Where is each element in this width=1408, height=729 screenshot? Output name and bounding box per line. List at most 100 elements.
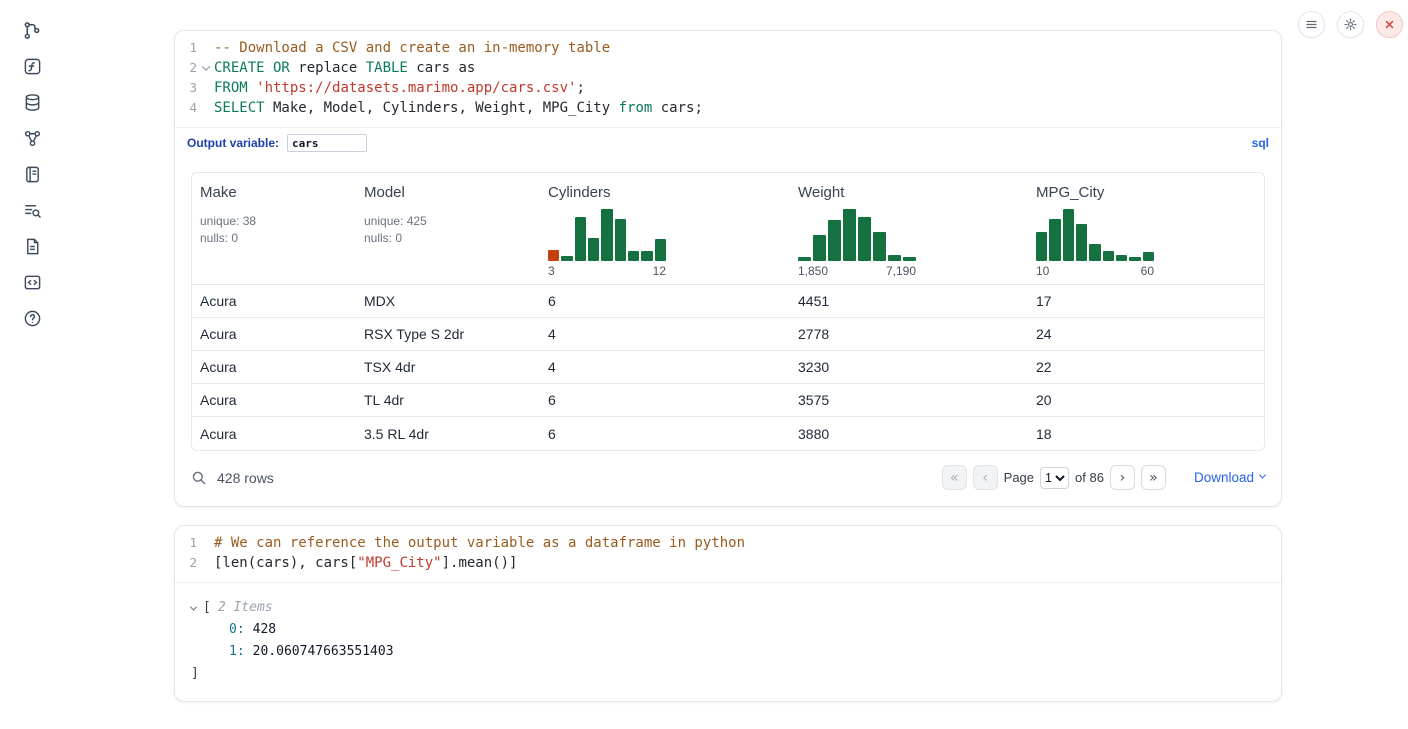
file-tree-panel-button[interactable]: [18, 16, 46, 44]
code-text: -- Download a CSV and create an in-memor…: [214, 38, 610, 58]
column-name: MPG_City: [1036, 184, 1256, 201]
table-row[interactable]: AcuraRSX Type S 2dr4277824: [192, 318, 1264, 351]
column-name: Make: [200, 184, 348, 201]
column-stat: nulls: 0: [200, 230, 348, 247]
snippets-panel-button[interactable]: [18, 268, 46, 296]
column-header-model[interactable]: Modelunique: 425nulls: 0: [356, 173, 540, 284]
hist-bar: [655, 239, 666, 261]
hist-bar: [1129, 257, 1140, 261]
histogram[interactable]: 312: [548, 207, 666, 278]
hist-bar: [641, 251, 652, 261]
code-text: SELECT Make, Model, Cylinders, Weight, M…: [214, 98, 703, 118]
code-line[interactable]: 3FROM 'https://datasets.marimo.app/cars.…: [175, 78, 1281, 98]
pagination: «‹ Page 1 of 86 ›» Download: [942, 465, 1265, 490]
table-cell: Acura: [192, 359, 356, 375]
axis-max-label: 7,190: [886, 264, 916, 278]
table-cell: Acura: [192, 426, 356, 442]
table-cell: 17: [1028, 293, 1264, 309]
table-row[interactable]: AcuraMDX6445117: [192, 285, 1264, 318]
output-variable-input[interactable]: [287, 134, 367, 152]
logs-panel-button[interactable]: [18, 196, 46, 224]
menu-button[interactable]: [1298, 11, 1325, 38]
notebook-panel-button[interactable]: [18, 160, 46, 188]
notebook-actions: [1298, 11, 1403, 38]
chevron-left-icon: ‹: [982, 471, 988, 485]
next-page-button[interactable]: ›: [1110, 465, 1135, 490]
download-button[interactable]: Download: [1194, 470, 1265, 485]
collapse-chevron-icon[interactable]: [191, 606, 203, 611]
table-row[interactable]: AcuraTL 4dr6357520: [192, 384, 1264, 417]
items-count: 2 Items: [218, 597, 273, 619]
histogram[interactable]: 1,850 7,190: [798, 207, 916, 278]
table-header: Make unique: 38nulls: 0 Modelunique: 425nu…: [192, 173, 1264, 285]
tree-root-row[interactable]: [ 2 Items: [191, 597, 1265, 619]
tree-entries: 0:4281:20.060747663551403: [191, 619, 1265, 663]
code-line[interactable]: 1-- Download a CSV and create an in-memo…: [175, 38, 1281, 58]
table-body: AcuraMDX6445117AcuraRSX Type S 2dr427782…: [192, 285, 1264, 450]
language-badge[interactable]: sql: [1252, 136, 1269, 150]
table-cell: 3575: [790, 392, 1028, 408]
table-cell: 4: [540, 326, 790, 342]
entry-value: 428: [253, 622, 276, 637]
hist-bar: [628, 251, 639, 261]
table-row[interactable]: AcuraTSX 4dr4323022: [192, 351, 1264, 384]
histogram[interactable]: 1060: [1036, 207, 1154, 278]
hist-bar: [903, 257, 916, 261]
tree-entry[interactable]: 1:20.060747663551403: [191, 641, 1265, 663]
page-select[interactable]: 1: [1040, 467, 1069, 489]
hist-bar: [1049, 219, 1060, 261]
column-name: Weight: [798, 184, 1020, 201]
table-cell: 4: [540, 359, 790, 375]
notebook-cells: 1 -- Download a CSV and create an in-memo…: [174, 30, 1282, 702]
table-cell: TL 4dr: [356, 392, 540, 408]
axis-min-label: 3: [548, 264, 555, 278]
database-panel-button[interactable]: [18, 88, 46, 116]
shutdown-button[interactable]: [1376, 11, 1403, 38]
code-text: [len(cars), cars["MPG_City"].mean()]: [214, 553, 517, 573]
table-cell: 3.5 RL 4dr: [356, 426, 540, 442]
function-panel-button[interactable]: [18, 52, 46, 80]
data-table: Make unique: 38nulls: 0 Modelunique: 425nu…: [191, 172, 1265, 451]
line-number: 3: [175, 78, 197, 98]
table-cell: Acura: [192, 326, 356, 342]
dependency-graph-panel-button[interactable]: [18, 124, 46, 152]
column-stats: unique: 425nulls: 0: [364, 213, 532, 247]
table-footer: 428 rows «‹ Page 1 of 86 ›» Download: [175, 451, 1281, 506]
code-line[interactable]: 4SELECT Make, Model, Cylinders, Weight, …: [175, 98, 1281, 118]
column-header-cylinders[interactable]: Cylinders312: [540, 173, 790, 284]
pager-left-buttons: «‹: [942, 465, 998, 490]
last-page-button[interactable]: »: [1141, 465, 1166, 490]
fold-chevron-icon[interactable]: [197, 58, 214, 78]
code-line[interactable]: 1# We can reference the output variable …: [175, 533, 1281, 553]
file-tree-icon: [23, 21, 42, 40]
table-cell: TSX 4dr: [356, 359, 540, 375]
hist-bar: [828, 220, 841, 261]
python-code-editor[interactable]: 1# We can reference the output variable …: [175, 526, 1281, 582]
sql-code-editor[interactable]: 1-- Download a CSV and create an in-memo…: [175, 31, 1281, 127]
hist-bar: [888, 255, 901, 261]
hist-bar: [1076, 224, 1087, 261]
hist-bar: [588, 238, 599, 261]
tree-entry[interactable]: 0:428: [191, 619, 1265, 641]
snippets-icon: [23, 273, 42, 292]
gear-icon: [1343, 17, 1358, 32]
column-stat: unique: 38: [200, 213, 348, 230]
axis-min-label: 1,850: [798, 264, 828, 278]
help-panel-button[interactable]: [18, 304, 46, 332]
column-header-mpg_city[interactable]: MPG_City 1060: [1028, 173, 1264, 284]
code-line[interactable]: 2CREATE OR replace TABLE cars as: [175, 58, 1281, 78]
column-header-make[interactable]: Make unique: 38nulls: 0: [192, 173, 356, 284]
open-bracket: [: [203, 597, 211, 619]
table-cell: 18: [1028, 426, 1264, 442]
first-page-button[interactable]: «: [942, 465, 967, 490]
column-header-weight[interactable]: Weight 1,850 7,190: [790, 173, 1028, 284]
hist-bar: [1036, 232, 1047, 261]
table-row[interactable]: Acura3.5 RL 4dr6388018: [192, 417, 1264, 450]
hist-bar: [615, 219, 626, 261]
settings-button[interactable]: [1337, 11, 1364, 38]
prev-page-button[interactable]: ‹: [973, 465, 998, 490]
document-panel-button[interactable]: [18, 232, 46, 260]
search-icon[interactable]: [191, 470, 207, 486]
code-line[interactable]: 2[len(cars), cars["MPG_City"].mean()]: [175, 553, 1281, 573]
hist-bar: [575, 217, 586, 261]
